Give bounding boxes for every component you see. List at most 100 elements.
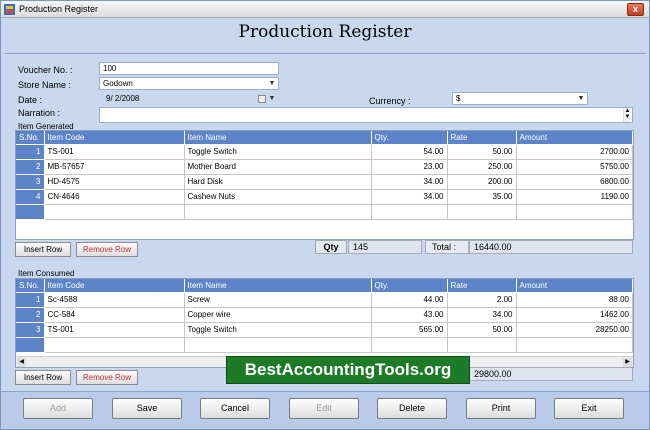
row-number: 3 <box>16 174 45 190</box>
table-row[interactable]: 1 Sc-4588 Screw 44.00 2.00 88.00 <box>16 292 633 308</box>
narration-scrollbar[interactable]: ▲ ▼ <box>623 108 631 122</box>
edit-button[interactable]: Edit <box>289 398 359 419</box>
generated-remove-row-button[interactable]: Remove Row <box>76 242 138 257</box>
window-title: Production Register <box>19 4 99 14</box>
item-code-cell[interactable]: TS-001 <box>44 144 185 160</box>
save-button[interactable]: Save <box>112 398 182 419</box>
store-label: Store Name : <box>18 80 72 90</box>
page-title: Production Register <box>238 22 412 42</box>
item-code-cell[interactable]: MB-57657 <box>44 159 185 175</box>
narration-field[interactable] <box>99 107 633 123</box>
qty-cell[interactable]: 565.00 <box>371 322 448 338</box>
column-header-amount[interactable]: Amount <box>516 279 633 293</box>
add-button[interactable]: Add <box>23 398 93 419</box>
chevron-down-icon[interactable]: ▼ <box>267 79 277 89</box>
column-header-sno[interactable]: S.No. <box>16 279 45 293</box>
item-code-cell[interactable]: CC-584 <box>44 307 185 323</box>
item-name-cell[interactable]: Screw <box>184 292 372 308</box>
row-number <box>16 204 45 220</box>
column-header-item-code[interactable]: Item Code <box>44 279 185 293</box>
qty-cell[interactable]: 44.00 <box>371 292 448 308</box>
rate-cell[interactable] <box>447 337 517 353</box>
consumed-insert-row-button[interactable]: Insert Row <box>15 370 71 385</box>
rate-cell[interactable]: 35.00 <box>447 189 517 205</box>
table-row[interactable]: 3 HD-4575 Hard Disk 34.00 200.00 6800.00 <box>16 174 633 190</box>
store-select[interactable]: Godown ▼ <box>99 77 279 90</box>
rate-cell[interactable]: 34.00 <box>447 307 517 323</box>
qty-cell[interactable]: 23.00 <box>371 159 448 175</box>
qty-cell[interactable]: 54.00 <box>371 144 448 160</box>
row-number: 4 <box>16 189 45 205</box>
amount-cell: 2700.00 <box>516 144 633 160</box>
print-button[interactable]: Print <box>466 398 536 419</box>
table-row[interactable]: 1 TS-001 Toggle Switch 54.00 50.00 2700.… <box>16 144 633 160</box>
column-header-amount[interactable]: Amount <box>516 131 633 145</box>
item-code-cell[interactable]: Sc-4588 <box>44 292 185 308</box>
item-name-cell[interactable]: Hard Disk <box>184 174 372 190</box>
qty-cell[interactable] <box>371 337 448 353</box>
column-header-rate[interactable]: Rate <box>447 131 517 145</box>
item-code-cell[interactable] <box>44 337 185 353</box>
item-code-cell[interactable] <box>44 204 185 220</box>
exit-button[interactable]: Exit <box>554 398 624 419</box>
table-row[interactable]: 2 MB-57657 Mother Board 23.00 250.00 575… <box>16 159 633 175</box>
calendar-icon[interactable] <box>258 95 266 103</box>
table-header-row: S.No. Item Code Item Name Qty. Rate Amou… <box>16 131 633 145</box>
rate-cell[interactable]: 250.00 <box>447 159 517 175</box>
chevron-down-icon[interactable]: ▼ <box>267 94 277 104</box>
voucher-field[interactable]: 100 <box>99 62 279 75</box>
rate-cell[interactable]: 50.00 <box>447 322 517 338</box>
table-row[interactable]: 3 TS-001 Toggle Switch 565.00 50.00 2825… <box>16 322 633 338</box>
rate-cell[interactable] <box>447 204 517 220</box>
qty-cell[interactable]: 43.00 <box>371 307 448 323</box>
title-bar: Production Register x <box>1 1 649 18</box>
app-icon <box>4 4 15 15</box>
column-header-qty[interactable]: Qty. <box>371 279 448 293</box>
item-consumed-grid[interactable]: S.No. Item Code Item Name Qty. Rate Amou… <box>15 278 634 368</box>
item-name-cell[interactable]: Copper wire <box>184 307 372 323</box>
amount-cell: 1462.00 <box>516 307 633 323</box>
narration-label: Narration : <box>18 108 61 118</box>
column-header-qty[interactable]: Qty. <box>371 131 448 145</box>
rate-cell[interactable]: 2.00 <box>447 292 517 308</box>
column-header-sno[interactable]: S.No. <box>16 131 45 145</box>
table-row[interactable]: 4 CN-4646 Cashew Nuts 34.00 35.00 1190.0… <box>16 189 633 205</box>
column-header-rate[interactable]: Rate <box>447 279 517 293</box>
table-row-new[interactable] <box>16 204 633 220</box>
currency-label: Currency : <box>369 96 411 106</box>
cancel-button[interactable]: Cancel <box>200 398 270 419</box>
generated-insert-row-button[interactable]: Insert Row <box>15 242 71 257</box>
item-name-cell[interactable] <box>184 204 372 220</box>
table-row-new[interactable] <box>16 337 633 353</box>
consumed-remove-row-button[interactable]: Remove Row <box>76 370 138 385</box>
qty-cell[interactable]: 34.00 <box>371 189 448 205</box>
column-header-item-name[interactable]: Item Name <box>184 279 372 293</box>
rate-cell[interactable]: 50.00 <box>447 144 517 160</box>
item-code-cell[interactable]: HD-4575 <box>44 174 185 190</box>
chevron-down-icon[interactable]: ▼ <box>576 94 586 104</box>
item-name-cell[interactable]: Mother Board <box>184 159 372 175</box>
qty-cell[interactable]: 34.00 <box>371 174 448 190</box>
item-code-cell[interactable]: TS-001 <box>44 322 185 338</box>
item-generated-grid[interactable]: S.No. Item Code Item Name Qty. Rate Amou… <box>15 130 634 240</box>
total-value: 16440.00 <box>469 240 633 254</box>
delete-button[interactable]: Delete <box>377 398 447 419</box>
column-header-item-name[interactable]: Item Name <box>184 131 372 145</box>
date-value: 9/ 2/2008 <box>106 94 140 103</box>
qty-cell[interactable] <box>371 204 448 220</box>
item-name-cell[interactable] <box>184 337 372 353</box>
rate-cell[interactable]: 200.00 <box>447 174 517 190</box>
table-row[interactable]: 2 CC-584 Copper wire 43.00 34.00 1462.00 <box>16 307 633 323</box>
scroll-left-icon[interactable]: ◀ <box>17 358 26 367</box>
amount-cell <box>516 337 633 353</box>
voucher-label: Voucher No. : <box>18 65 73 75</box>
item-code-cell[interactable]: CN-4646 <box>44 189 185 205</box>
scroll-right-icon[interactable]: ▶ <box>623 358 632 367</box>
close-button[interactable]: x <box>627 3 644 16</box>
item-name-cell[interactable]: Cashew Nuts <box>184 189 372 205</box>
item-name-cell[interactable]: Toggle Switch <box>184 322 372 338</box>
currency-select[interactable]: $ ▼ <box>452 92 588 105</box>
item-name-cell[interactable]: Toggle Switch <box>184 144 372 160</box>
column-header-item-code[interactable]: Item Code <box>44 131 185 145</box>
date-field[interactable]: 9/ 2/2008 ▼ <box>99 92 279 105</box>
